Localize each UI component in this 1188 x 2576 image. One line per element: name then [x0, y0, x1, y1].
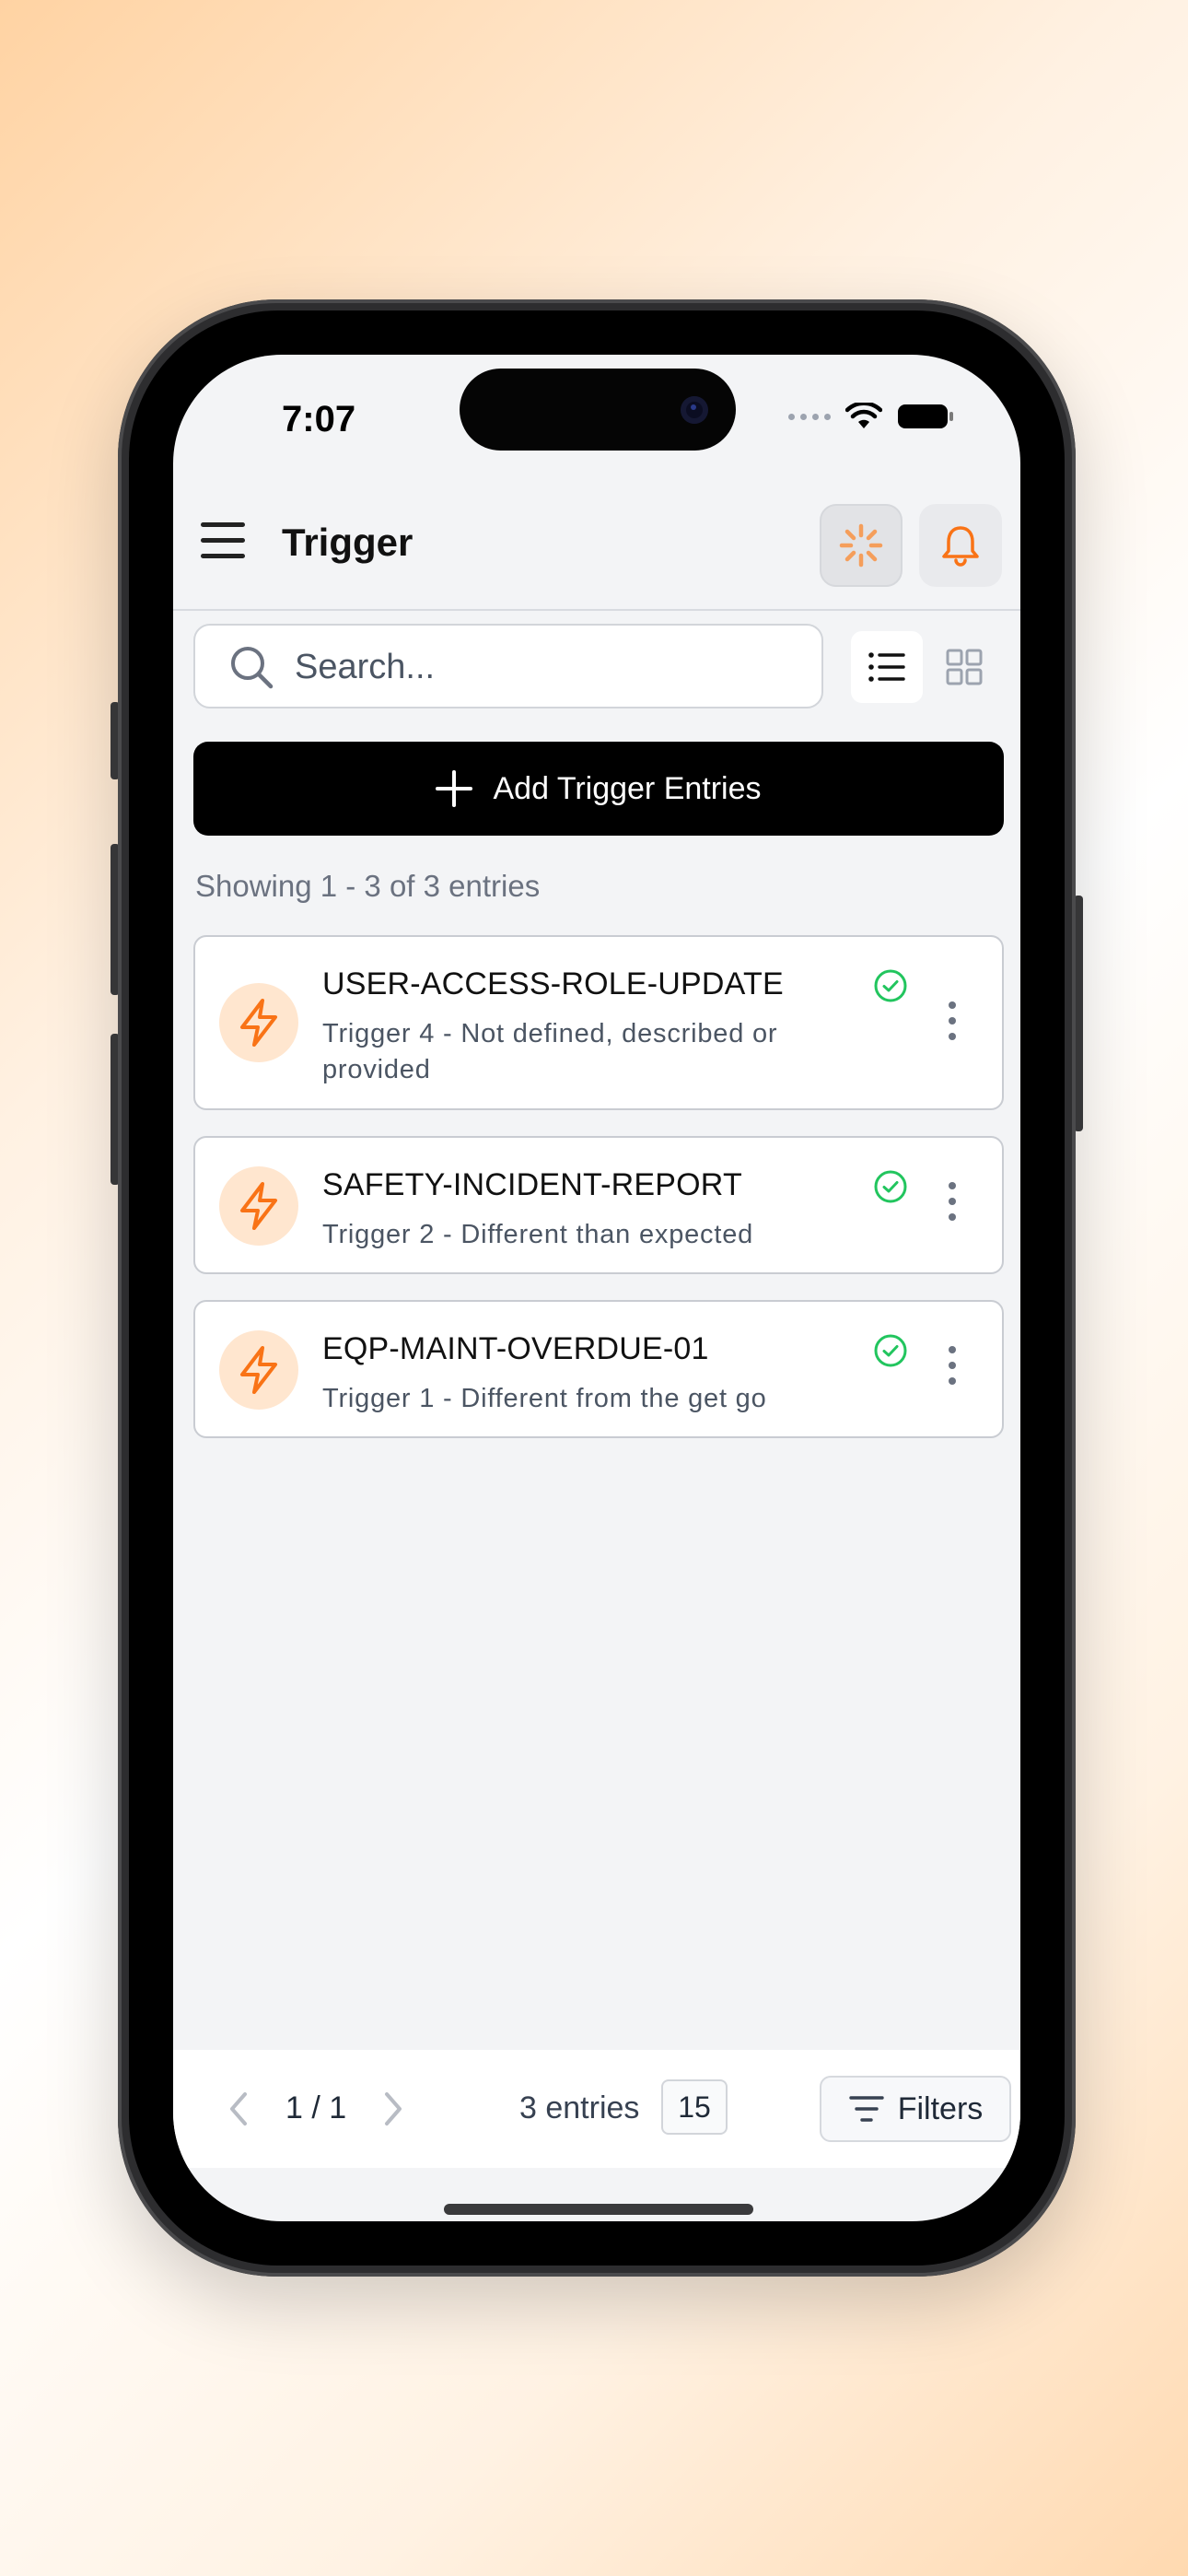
trigger-card[interactable]: USER-ACCESS-ROLE-UPDATE Trigger 4 - Not … [193, 935, 1004, 1110]
add-trigger-button[interactable]: Add Trigger Entries [193, 742, 1004, 836]
signal-icon [788, 413, 831, 420]
trigger-description: Trigger 4 - Not defined, described or pr… [322, 1019, 778, 1084]
search-input[interactable] [293, 642, 794, 692]
entries-count: 3 entries [519, 2090, 640, 2125]
trigger-description: Trigger 2 - Different than expected [322, 1220, 754, 1249]
status-time: 7:07 [282, 399, 356, 439]
status-icons [788, 403, 954, 430]
grid-view-button[interactable] [928, 631, 1000, 703]
filter-icon [849, 2096, 884, 2122]
pagination-footer: 1 / 1 3 entries 15 Filters [173, 2050, 1020, 2168]
more-vertical-icon[interactable] [941, 1182, 963, 1221]
list-view-button[interactable] [851, 631, 923, 703]
entries-summary: Showing 1 - 3 of 3 entries [195, 869, 541, 903]
front-camera [681, 396, 708, 424]
dynamic-island [460, 369, 736, 451]
plus-icon [436, 770, 473, 807]
trigger-card[interactable]: EQP-MAINT-OVERDUE-01 Trigger 1 - Differe… [193, 1300, 1004, 1438]
trigger-title: SAFETY-INCIDENT-REPORT [322, 1167, 742, 1202]
more-vertical-icon[interactable] [941, 1346, 963, 1385]
hamburger-icon[interactable] [201, 521, 245, 561]
chevron-left-icon[interactable] [225, 2090, 252, 2127]
trigger-avatar [219, 983, 298, 1062]
filters-button[interactable]: Filters [820, 2076, 1011, 2142]
more-vertical-icon[interactable] [941, 1001, 963, 1040]
filters-label: Filters [897, 2090, 984, 2126]
trigger-description: Trigger 1 - Different from the get go [322, 1384, 767, 1413]
check-circle-icon [874, 1170, 907, 1203]
phone-bezel: 7:07 Trigger Search... Add Trigger Entri… [129, 310, 1065, 2266]
lightning-icon [240, 1182, 277, 1230]
home-indicator[interactable] [444, 2204, 753, 2215]
trigger-avatar [219, 1166, 298, 1246]
trigger-title: EQP-MAINT-OVERDUE-01 [322, 1331, 709, 1366]
per-page-select[interactable]: 15 [661, 2079, 728, 2135]
search-box [193, 624, 823, 708]
search-icon [231, 647, 274, 689]
app-screen: 7:07 Trigger Search... Add Trigger Entri… [173, 355, 1020, 2221]
app-header: Trigger [173, 484, 1020, 611]
trigger-title: USER-ACCESS-ROLE-UPDATE [322, 966, 784, 1001]
view-toggle [851, 631, 998, 703]
bell-icon [942, 526, 979, 567]
phone-frame: 7:07 Trigger Search... Add Trigger Entri… [118, 299, 1076, 2277]
battery-icon [898, 404, 953, 428]
trigger-avatar [219, 1330, 298, 1410]
check-circle-icon [874, 969, 907, 1002]
trigger-card[interactable]: SAFETY-INCIDENT-REPORT Trigger 2 - Diffe… [193, 1136, 1004, 1274]
lightning-icon [240, 999, 277, 1047]
grid-view-icon [946, 649, 983, 685]
page-title: Trigger [282, 521, 413, 564]
page-indicator: 1 / 1 [285, 2090, 347, 2125]
list-view-icon [868, 652, 905, 682]
check-circle-icon [874, 1334, 907, 1367]
loader-icon [839, 523, 883, 568]
notifications-button[interactable] [919, 504, 1002, 587]
chevron-right-icon[interactable] [379, 2090, 407, 2127]
add-trigger-label: Add Trigger Entries [493, 770, 762, 806]
loader-button[interactable] [820, 504, 903, 587]
wifi-icon [845, 403, 882, 428]
lightning-icon [240, 1346, 277, 1394]
